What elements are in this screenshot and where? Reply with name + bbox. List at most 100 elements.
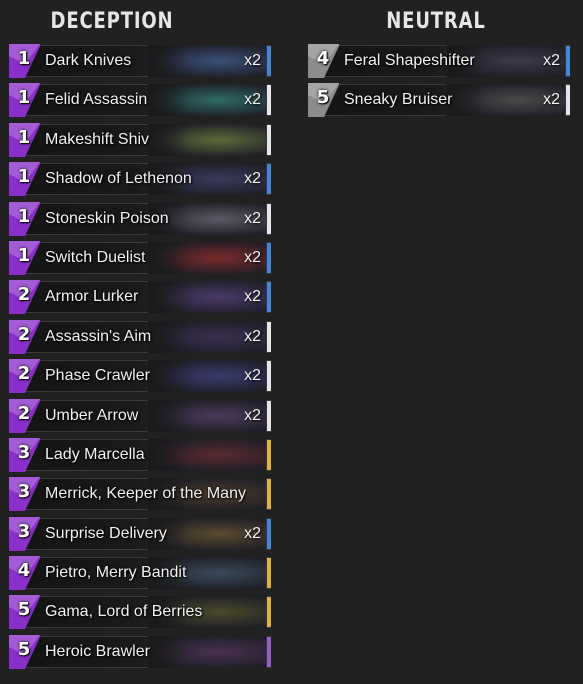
neutral-column-title: NEUTRAL bbox=[386, 9, 486, 34]
mana-cost-gem-icon: 4 bbox=[9, 556, 40, 591]
card-art-image bbox=[148, 635, 266, 668]
card-count: x2 bbox=[244, 91, 261, 109]
mana-cost-value: 5 bbox=[316, 87, 330, 109]
rarity-indicator bbox=[267, 400, 271, 431]
card-name: Gama, Lord of Berries bbox=[45, 603, 203, 621]
rarity-indicator bbox=[267, 85, 271, 116]
mana-cost-gem-icon: 2 bbox=[9, 359, 40, 394]
card-count: x2 bbox=[244, 406, 261, 424]
deception-card-row[interactable]: 1 Dark Knives x2 bbox=[9, 44, 271, 78]
mana-cost-value: 1 bbox=[17, 166, 31, 188]
card-name: Umber Arrow bbox=[45, 406, 139, 424]
mana-cost-gem-icon: 3 bbox=[9, 477, 40, 512]
card-count: x2 bbox=[244, 288, 261, 306]
deception-card-list: 1 Dark Knives x2 1 Felid Assassin x2 1 Makeshif… bbox=[9, 44, 271, 669]
mana-cost-gem-icon: 2 bbox=[9, 319, 40, 354]
mana-cost-value: 1 bbox=[17, 205, 31, 227]
mana-cost-value: 2 bbox=[17, 363, 31, 385]
mana-cost-value: 2 bbox=[17, 402, 31, 424]
card-name: Phase Crawler bbox=[45, 367, 150, 385]
mana-cost-value: 1 bbox=[17, 87, 31, 109]
mana-cost-gem-icon: 1 bbox=[9, 201, 40, 236]
mana-cost-value: 3 bbox=[17, 481, 31, 503]
card-count: x2 bbox=[244, 209, 261, 227]
mana-cost-gem-icon: 1 bbox=[9, 122, 40, 157]
card-count: x2 bbox=[543, 91, 560, 109]
mana-cost-value: 5 bbox=[17, 638, 31, 660]
card-name: Armor Lurker bbox=[45, 288, 139, 306]
rarity-indicator bbox=[267, 558, 271, 589]
mana-cost-gem-icon: 5 bbox=[9, 595, 40, 630]
deception-card-row[interactable]: 2 Umber Arrow x2 bbox=[9, 398, 271, 433]
mana-cost-value: 3 bbox=[17, 520, 31, 542]
neutral-card-row[interactable]: 5 Sneaky Bruiser x2 bbox=[308, 83, 570, 118]
card-name: Stoneskin Poison bbox=[45, 209, 169, 227]
card-name: Feral Shapeshifter bbox=[344, 52, 475, 69]
mana-cost-gem-icon: 5 bbox=[9, 634, 40, 669]
rarity-indicator bbox=[267, 46, 271, 76]
deception-card-row[interactable]: 1 Felid Assassin x2 bbox=[9, 83, 271, 118]
mana-cost-gem-icon: 3 bbox=[9, 516, 40, 551]
mana-cost-value: 5 bbox=[17, 599, 31, 621]
rarity-indicator bbox=[267, 439, 271, 470]
mana-cost-gem-icon: 3 bbox=[9, 437, 40, 472]
mana-cost-gem-icon: 1 bbox=[9, 44, 40, 78]
rarity-indicator bbox=[566, 46, 570, 76]
mana-cost-gem-icon: 5 bbox=[308, 83, 339, 118]
deception-card-row[interactable]: 5 Gama, Lord of Berries bbox=[9, 595, 271, 630]
rarity-indicator bbox=[267, 242, 271, 273]
deception-card-row[interactable]: 1 Stoneskin Poison x2 bbox=[9, 201, 271, 236]
neutral-card-row[interactable]: 4 Feral Shapeshifter x2 bbox=[308, 44, 570, 78]
card-name: Lady Marcella bbox=[45, 445, 145, 463]
rarity-indicator bbox=[267, 361, 271, 392]
rarity-indicator bbox=[267, 636, 271, 667]
deception-card-row[interactable]: 2 Phase Crawler x2 bbox=[9, 359, 271, 394]
mana-cost-value: 4 bbox=[316, 48, 330, 69]
deception-card-row[interactable]: 2 Assassin's Aim x2 bbox=[9, 319, 271, 354]
card-count: x2 bbox=[244, 248, 261, 266]
mana-cost-value: 4 bbox=[17, 560, 31, 582]
card-name: Assassin's Aim bbox=[45, 327, 152, 345]
mana-cost-gem-icon: 1 bbox=[9, 240, 40, 275]
mana-cost-value: 2 bbox=[17, 284, 31, 306]
deception-card-row[interactable]: 1 Makeshift Shiv bbox=[9, 122, 271, 157]
card-count: x2 bbox=[244, 524, 261, 542]
deception-card-row[interactable]: 1 Shadow of Lethenon x2 bbox=[9, 162, 271, 197]
mana-cost-gem-icon: 1 bbox=[9, 83, 40, 118]
neutral-card-list: 4 Feral Shapeshifter x2 5 Sneaky Bruiser x2 bbox=[308, 44, 570, 118]
mana-cost-value: 1 bbox=[17, 126, 31, 148]
rarity-indicator bbox=[267, 518, 271, 549]
card-count: x2 bbox=[244, 327, 261, 345]
deception-card-row[interactable]: 3 Surprise Delivery x2 bbox=[9, 516, 271, 551]
deception-column: DECEPTION 1 Dark Knives x2 1 Felid Assassin x… bbox=[9, 0, 271, 674]
mana-cost-value: 1 bbox=[17, 244, 31, 266]
card-count: x2 bbox=[244, 52, 261, 69]
deception-card-row[interactable]: 3 Merrick, Keeper of the Many bbox=[9, 477, 271, 512]
card-art-image bbox=[148, 438, 266, 471]
card-count: x2 bbox=[244, 367, 261, 385]
rarity-indicator bbox=[267, 282, 271, 313]
rarity-indicator bbox=[566, 85, 570, 116]
rarity-indicator bbox=[267, 124, 271, 155]
mana-cost-gem-icon: 4 bbox=[308, 44, 339, 78]
mana-cost-value: 2 bbox=[17, 323, 31, 345]
deception-card-row[interactable]: 4 Pietro, Merry Bandit bbox=[9, 556, 271, 591]
deception-card-row[interactable]: 2 Armor Lurker x2 bbox=[9, 280, 271, 315]
rarity-indicator bbox=[267, 479, 271, 510]
rarity-indicator bbox=[267, 597, 271, 628]
mana-cost-gem-icon: 2 bbox=[9, 398, 40, 433]
card-name: Pietro, Merry Bandit bbox=[45, 564, 187, 582]
card-art-image bbox=[148, 123, 266, 156]
rarity-indicator bbox=[267, 164, 271, 195]
deception-card-row[interactable]: 1 Switch Duelist x2 bbox=[9, 240, 271, 275]
card-name: Shadow of Lethenon bbox=[45, 170, 192, 188]
card-count: x2 bbox=[543, 52, 560, 69]
rarity-indicator bbox=[267, 203, 271, 234]
card-name: Felid Assassin bbox=[45, 91, 148, 109]
card-name: Surprise Delivery bbox=[45, 524, 167, 542]
card-name: Heroic Brawler bbox=[45, 642, 150, 660]
card-name: Sneaky Bruiser bbox=[344, 91, 453, 109]
deception-card-row[interactable]: 5 Heroic Brawler bbox=[9, 634, 271, 669]
deception-card-row[interactable]: 3 Lady Marcella bbox=[9, 437, 271, 472]
rarity-indicator bbox=[267, 321, 271, 352]
